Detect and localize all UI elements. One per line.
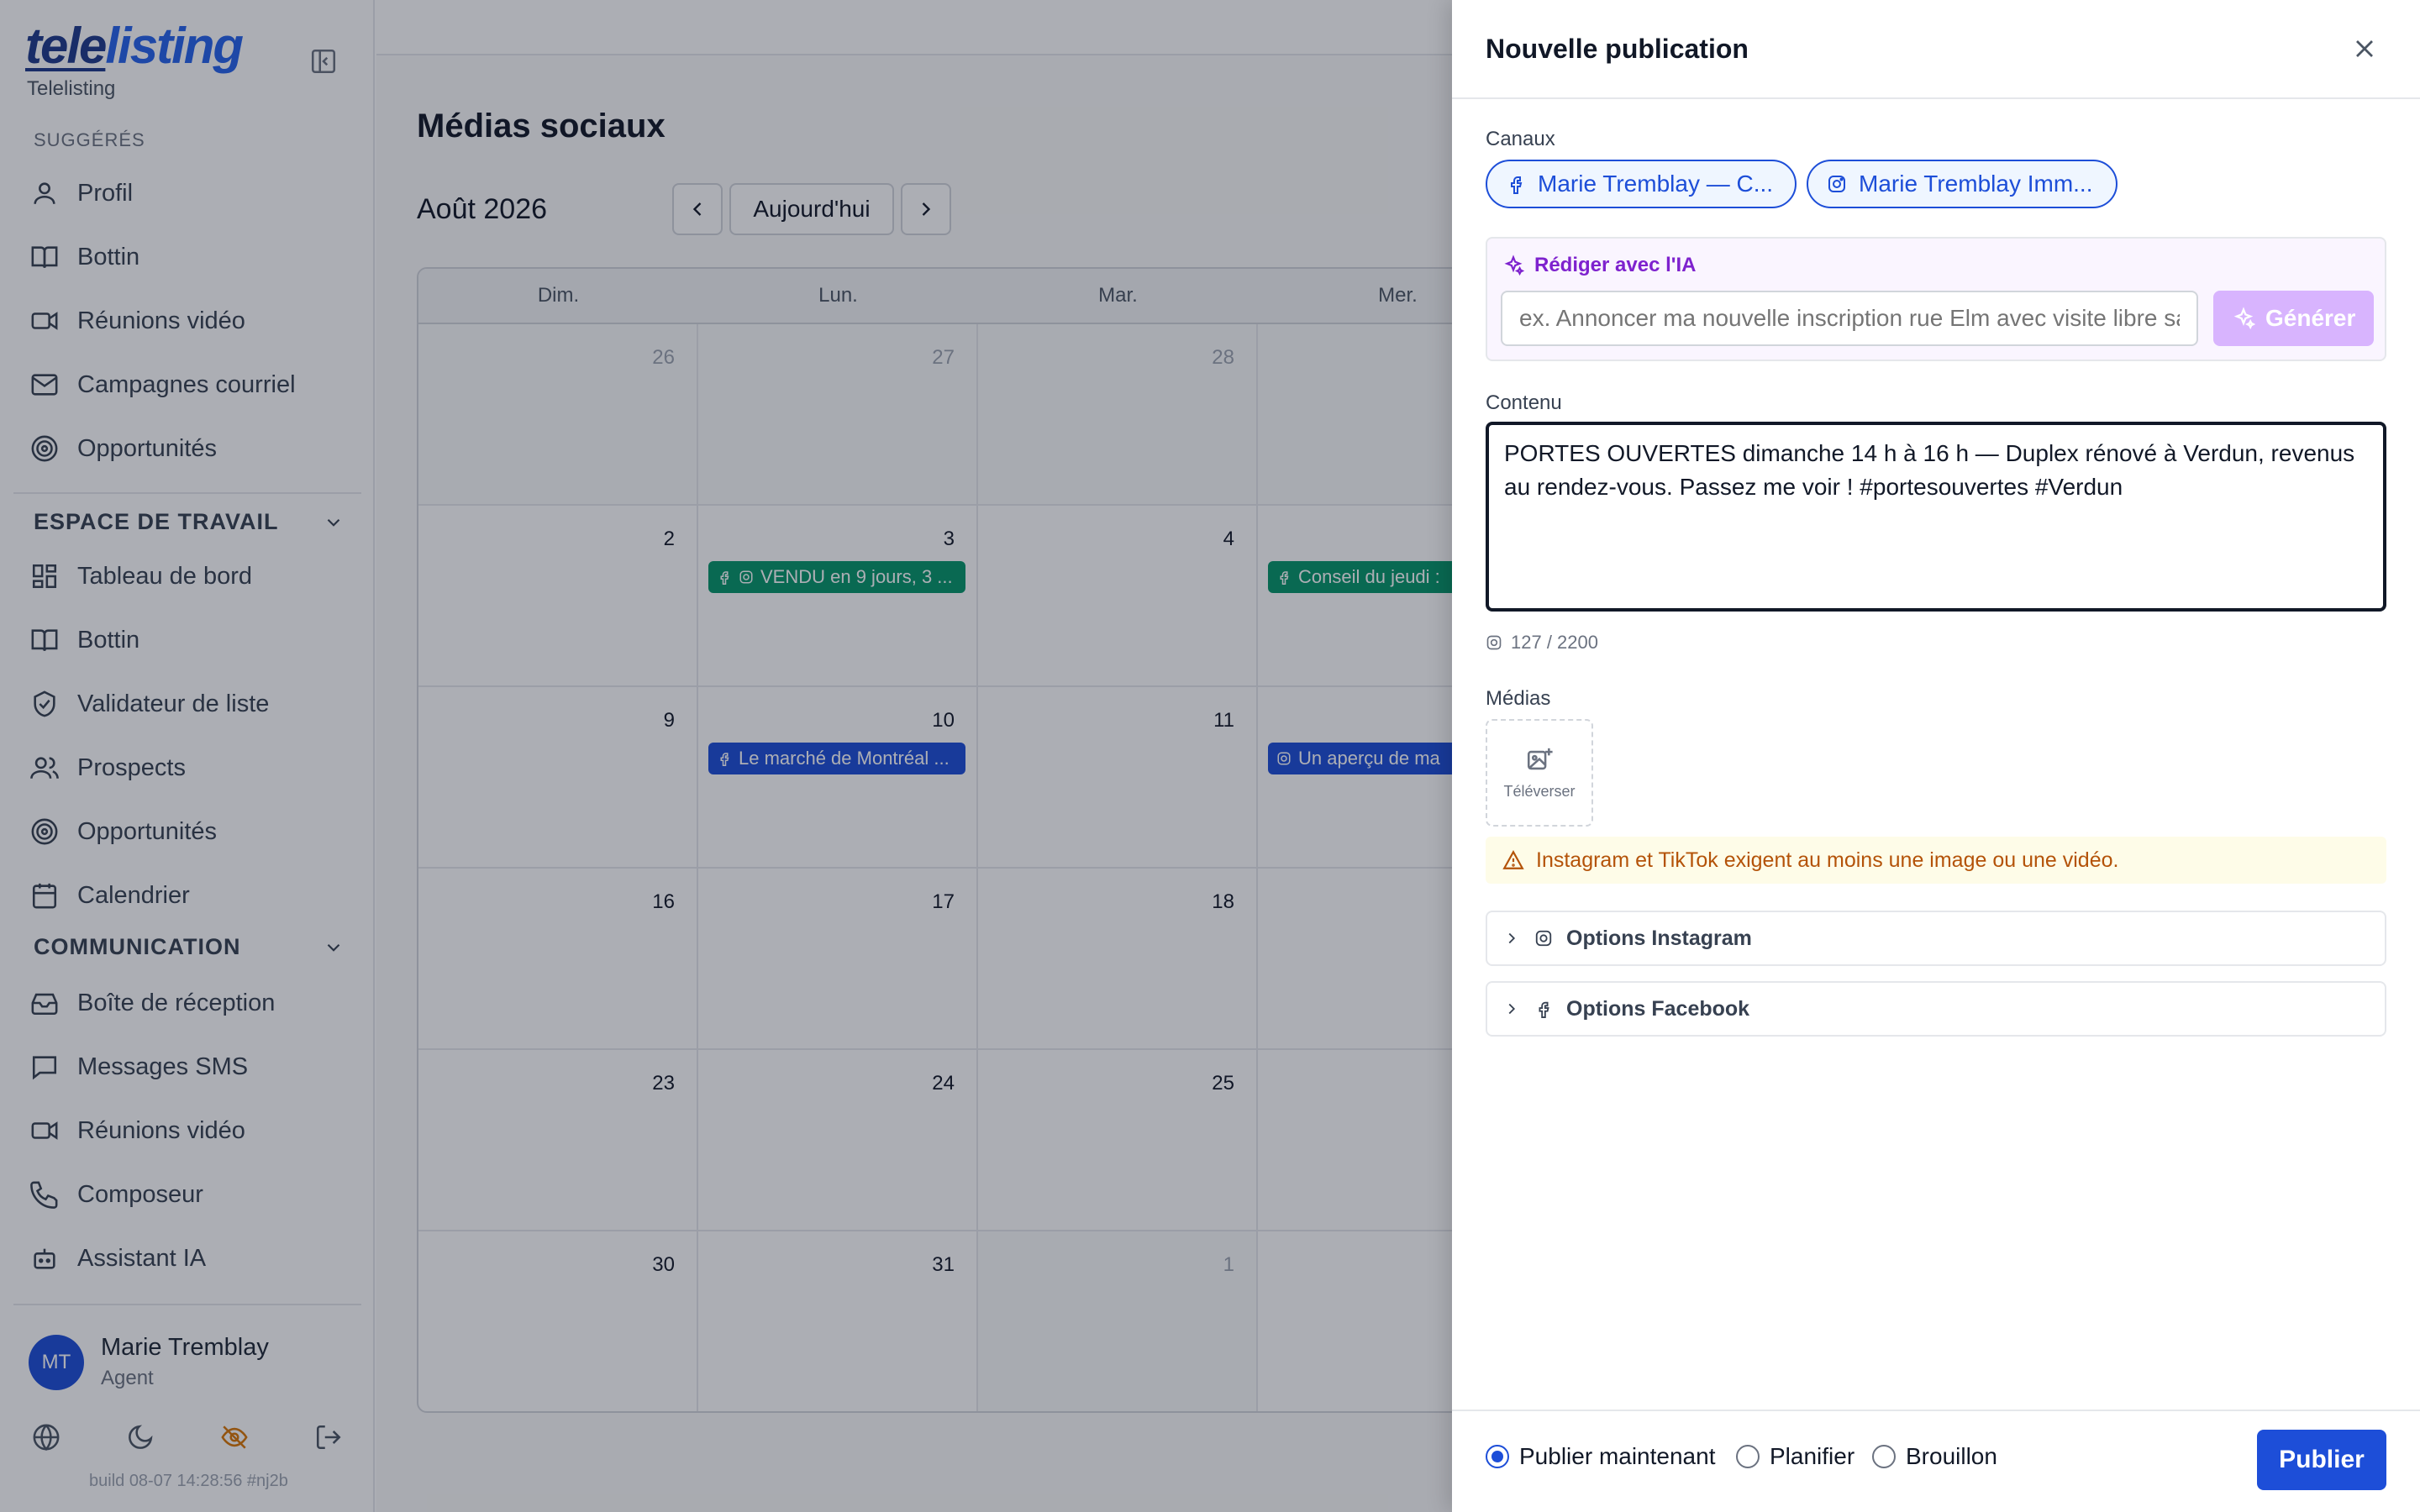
ai-compose-box: Rédiger avec l'IA Générer xyxy=(1486,237,2386,361)
ai-prompt-input[interactable] xyxy=(1501,291,2198,346)
radio-control[interactable] xyxy=(1872,1445,1896,1468)
modal-backdrop[interactable] xyxy=(0,0,1452,1512)
ai-title: Rédiger avec l'IA xyxy=(1502,254,1696,277)
warning-icon xyxy=(1502,850,1524,869)
facebook-icon xyxy=(1511,176,1523,194)
channels-label: Canaux xyxy=(1486,128,1555,150)
radio-publish-now[interactable]: Publier maintenant xyxy=(1486,1443,1715,1470)
content-textarea[interactable]: PORTES OUVERTES dimanche 14 h à 16 h — D… xyxy=(1486,422,2386,612)
sparkles-icon xyxy=(2233,307,2255,330)
media-label: Médias xyxy=(1486,687,1551,710)
radio-control[interactable] xyxy=(1486,1445,1509,1468)
facebook-options-toggle[interactable]: Options Facebook xyxy=(1486,981,2386,1037)
instagram-icon xyxy=(1486,635,1502,650)
drawer-title: Nouvelle publication xyxy=(1486,34,1749,64)
channel-chip-facebook[interactable]: Marie Tremblay — C... xyxy=(1486,160,1797,208)
instagram-icon xyxy=(1828,176,1845,192)
generate-button[interactable]: Générer xyxy=(2213,291,2375,346)
char-counter: 127 / 2200 xyxy=(1486,632,1598,654)
publish-button[interactable]: Publier xyxy=(2257,1430,2386,1490)
facebook-icon xyxy=(1539,1001,1549,1018)
instagram-options-toggle[interactable]: Options Instagram xyxy=(1486,911,2386,966)
divider xyxy=(1452,1410,2420,1411)
new-post-drawer: Nouvelle publication Canaux Marie Trembl… xyxy=(1452,0,2420,1512)
radio-control[interactable] xyxy=(1736,1445,1760,1468)
chevron-right-icon xyxy=(1508,1003,1516,1015)
radio-schedule[interactable]: Planifier xyxy=(1736,1443,1854,1470)
chevron-right-icon xyxy=(1508,932,1516,944)
sparkles-icon xyxy=(1504,255,1524,276)
image-plus-icon xyxy=(1527,748,1553,769)
divider xyxy=(1452,97,2420,99)
instagram-icon xyxy=(1535,930,1552,947)
radio-draft[interactable]: Brouillon xyxy=(1872,1443,1997,1470)
upload-button[interactable]: Téléverser xyxy=(1486,719,1593,827)
media-warning: Instagram et TikTok exigent au moins une… xyxy=(1486,837,2386,884)
content-label: Contenu xyxy=(1486,391,1562,414)
close-icon[interactable] xyxy=(2349,34,2380,64)
channel-chip-instagram[interactable]: Marie Tremblay Imm... xyxy=(1807,160,2118,208)
